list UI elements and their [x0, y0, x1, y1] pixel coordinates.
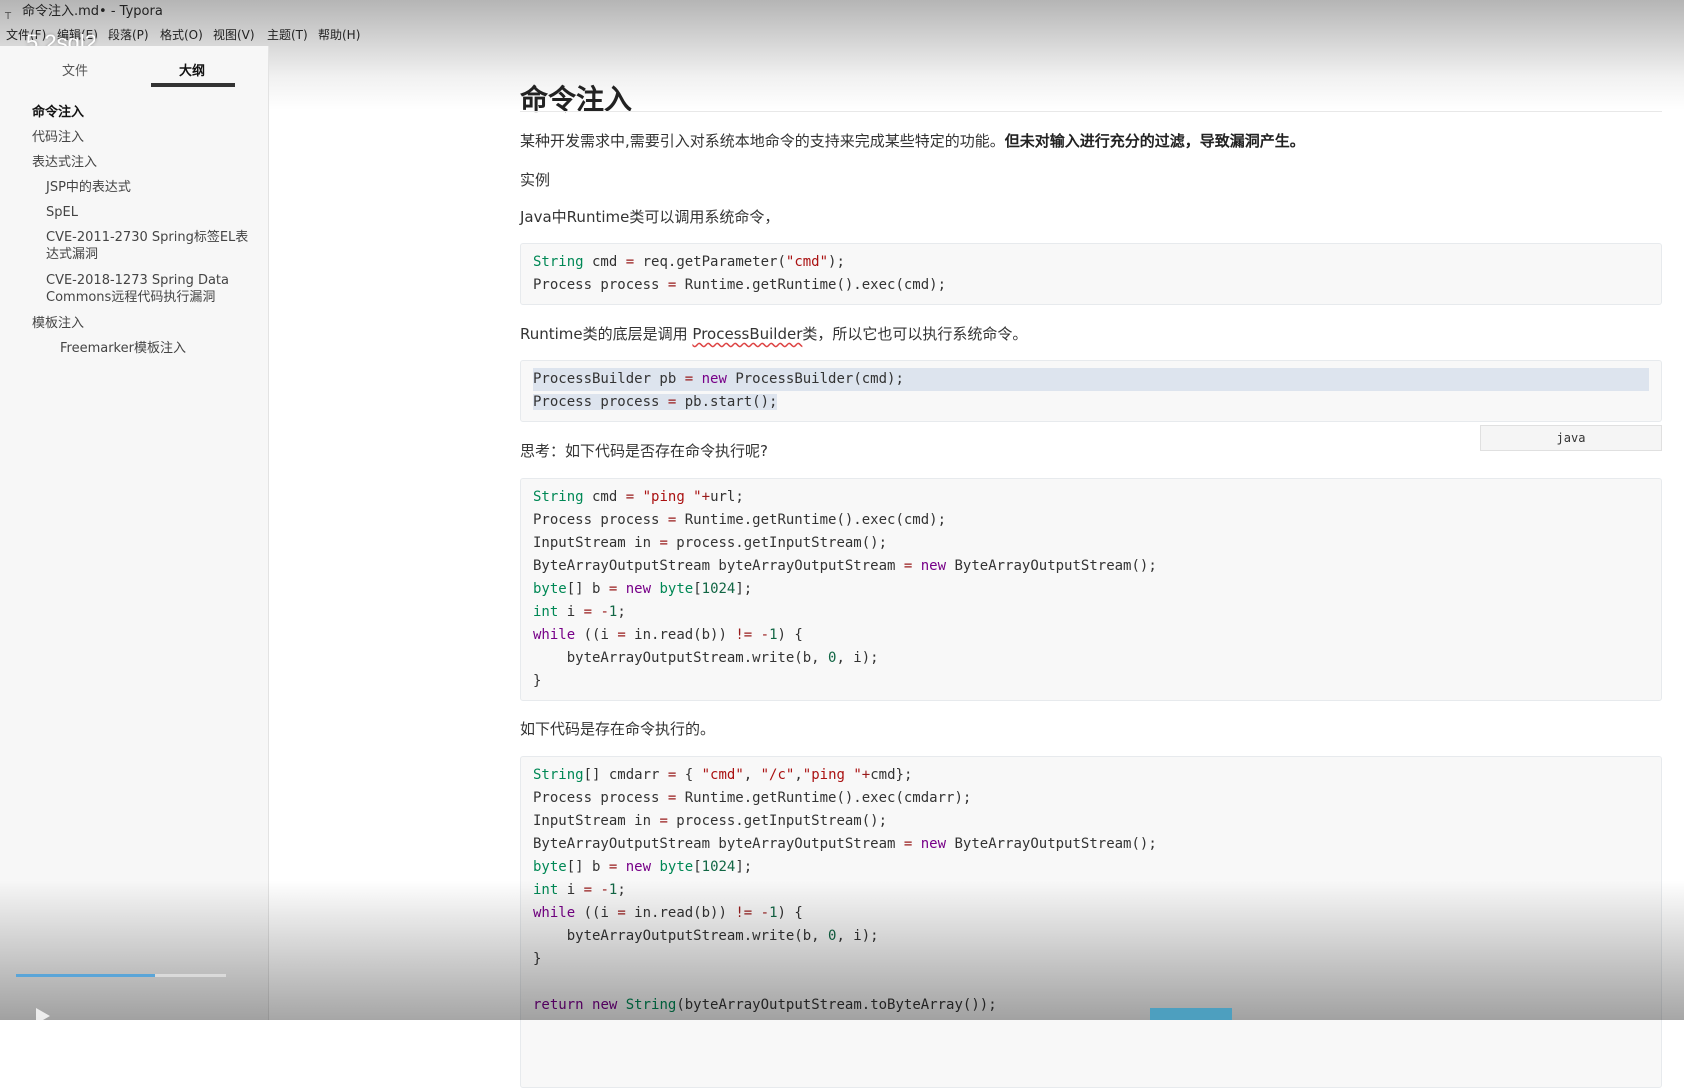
code-line: InputStream in = process.getInputStream(…: [533, 535, 888, 551]
menu-view[interactable]: 视图(V): [213, 24, 255, 46]
play-icon[interactable]: [36, 1008, 50, 1024]
code-line: ByteArrayOutputStream byteArrayOutputStr…: [533, 558, 1157, 574]
code-line: ByteArrayOutputStream byteArrayOutputStr…: [533, 836, 1157, 852]
intro-text: 某种开发需求中,需要引入对系统本地命令的支持来完成某些特定的功能。: [520, 132, 1005, 150]
code-line: while ((i = in.read(b)) != -1) {: [533, 905, 803, 921]
code-line: byte[] b = new byte[1024];: [533, 581, 753, 597]
code-line: int i = -1;: [533, 882, 626, 898]
code-block-1[interactable]: String cmd = req.getParameter("cmd"); Pr…: [520, 243, 1662, 305]
menu-help[interactable]: 帮助(H): [318, 24, 360, 46]
code-line: String cmd = "ping "+url;: [533, 489, 744, 505]
intro-bold-text: 但未对输入进行充分的过滤，导致漏洞产生。: [1004, 132, 1305, 150]
window-title: 命令注入.md• - Typora: [22, 4, 163, 19]
think-paragraph: 思考：如下代码是否存在命令执行呢?: [520, 442, 768, 460]
code-line: while ((i = in.read(b)) != -1) {: [533, 627, 803, 643]
code-block-4[interactable]: String[] cmdarr = { "cmd", "/c","ping "+…: [520, 756, 1662, 1088]
pb-suffix: 类，所以它也可以执行系统命令。: [802, 325, 1028, 343]
intro-paragraph: 某种开发需求中,需要引入对系统本地命令的支持来完成某些特定的功能。但未对输入进行…: [520, 130, 1305, 151]
code-line: String cmd = req.getParameter("cmd");: [533, 254, 845, 270]
menu-paragraph[interactable]: 段落(P): [108, 24, 149, 46]
outline-item-spel[interactable]: SpEL: [46, 204, 78, 221]
outline-item-code-injection[interactable]: 代码注入: [32, 129, 84, 146]
heading-divider: [520, 111, 1662, 112]
page-title: 命令注入: [520, 83, 633, 116]
sidebar: 文件 大纲 命令注入 代码注入 表达式注入 JSP中的表达式 SpEL CVE-…: [0, 46, 269, 1020]
exists-paragraph: 如下代码是存在命令执行的。: [520, 720, 716, 738]
outline-item-template-injection[interactable]: 模板注入: [32, 315, 84, 332]
tab-active-indicator: [151, 83, 235, 87]
code-block-3[interactable]: String cmd = "ping "+url; Process proces…: [520, 478, 1662, 701]
tab-files[interactable]: 文件: [62, 60, 88, 79]
outline-item-cve-2011-2730[interactable]: CVE-2011-2730 Spring标签EL表 达式漏洞: [46, 229, 248, 263]
code-language-selector[interactable]: java: [1480, 425, 1662, 451]
outline-item-command-injection[interactable]: 命令注入: [32, 104, 84, 121]
video-progress-fill: [16, 974, 155, 977]
player-control-button[interactable]: [1150, 1008, 1232, 1020]
code-line: byteArrayOutputStream.write(b, 0, i);: [533, 650, 879, 666]
code-line: Process process = Runtime.getRuntime().e…: [533, 277, 947, 293]
menu-format[interactable]: 格式(O): [160, 24, 203, 46]
code-line: Process process = Runtime.getRuntime().e…: [533, 790, 972, 806]
outline-item-expression-injection[interactable]: 表达式注入: [32, 154, 97, 171]
outline-item-freemarker[interactable]: Freemarker模板注入: [60, 340, 186, 357]
pb-prefix: Runtime类的底层是调用: [520, 325, 693, 343]
code-line: InputStream in = process.getInputStream(…: [533, 813, 888, 829]
outline-item-cve-2018-1273[interactable]: CVE-2018-1273 Spring Data Commons远程代码执行漏…: [46, 272, 229, 306]
title-bar: T 命令注入.md• - Typora: [0, 0, 1684, 24]
code-line: }: [533, 673, 542, 689]
tab-outline[interactable]: 大纲: [179, 60, 205, 79]
code-line: return new String(byteArrayOutputStream.…: [533, 997, 997, 1013]
runtime-paragraph: Java中Runtime类可以调用系统命令，: [520, 208, 780, 226]
processbuilder-link[interactable]: ProcessBuilder: [692, 325, 802, 343]
example-label: 实例: [520, 171, 551, 189]
code-line: }: [533, 951, 542, 967]
code-line: byteArrayOutputStream.write(b, 0, i);: [533, 928, 879, 944]
menu-theme[interactable]: 主题(T): [267, 24, 308, 46]
video-progress-bar[interactable]: [16, 974, 226, 977]
code-line: int i = -1;: [533, 604, 626, 620]
code-line: String[] cmdarr = { "cmd", "/c","ping "+…: [533, 767, 913, 783]
code-line: ProcessBuilder pb = new ProcessBuilder(c…: [533, 371, 904, 387]
outline-item-jsp-expression[interactable]: JSP中的表达式: [46, 179, 131, 196]
code-line: byte[] b = new byte[1024];: [533, 859, 753, 875]
processbuilder-paragraph: Runtime类的底层是调用 ProcessBuilder类，所以它也可以执行系…: [520, 323, 1027, 344]
code-line: Process process = pb.start();: [533, 394, 778, 410]
code-block-2[interactable]: ProcessBuilder pb = new ProcessBuilder(c…: [520, 360, 1662, 422]
code-line: Process process = Runtime.getRuntime().e…: [533, 512, 947, 528]
